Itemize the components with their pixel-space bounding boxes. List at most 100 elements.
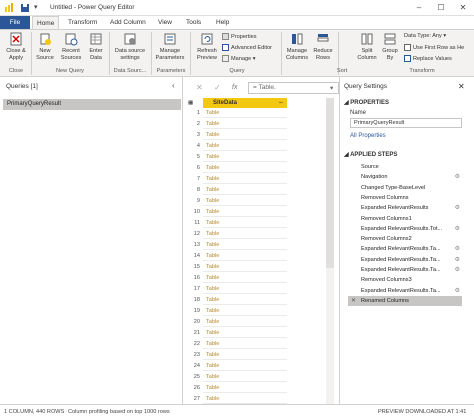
close-window-button[interactable]: ✕ (452, 0, 474, 16)
applied-step-label: Expanded RelevantResults.Tot... (361, 225, 443, 232)
table-cell-link[interactable]: Table (203, 185, 287, 195)
step-settings-gear-icon[interactable]: ⚙ (455, 255, 460, 265)
group-by-button[interactable]: Group By (380, 32, 400, 61)
query-item[interactable]: PrimaryQueryResult (3, 99, 181, 110)
step-settings-gear-icon[interactable]: ⚙ (455, 244, 460, 254)
tab-tools[interactable]: Tools (182, 16, 205, 29)
table-cell-link[interactable]: Table (203, 350, 287, 360)
table-cell-link[interactable]: Table (203, 119, 287, 129)
data-type-dropdown[interactable]: Data Type: Any ▾ (404, 33, 446, 39)
tab-help[interactable]: Help (212, 16, 233, 29)
manage-parameters-button[interactable]: Manage Parameters (153, 32, 187, 61)
table-cell-link[interactable]: Table (203, 240, 287, 250)
step-settings-gear-icon[interactable]: ⚙ (455, 224, 460, 234)
table-cell-link[interactable]: Table (203, 306, 287, 316)
cancel-formula-icon[interactable]: ✕ (196, 83, 203, 92)
expand-column-icon[interactable]: ⇔ (278, 98, 284, 108)
all-properties-link[interactable]: All Properties (350, 133, 386, 139)
split-column-button[interactable]: Split Column (356, 32, 378, 61)
properties-button[interactable]: Properties (222, 33, 257, 40)
applied-step[interactable]: Changed Type-BaseLevel (348, 183, 462, 193)
table-cell-link[interactable]: Table (203, 273, 287, 283)
table-cell-link[interactable]: Table (203, 130, 287, 140)
applied-step[interactable]: Removed Columns (348, 193, 462, 203)
query-name-input[interactable]: PrimaryQueryResult (350, 118, 462, 128)
applied-step[interactable]: ✕ Renamed Columns (348, 295, 462, 306)
maximize-button[interactable]: ☐ (430, 0, 452, 16)
data-source-settings-button[interactable]: Data source settings (112, 32, 148, 61)
refresh-preview-button[interactable]: Refresh Preview (193, 32, 221, 61)
column-header-sitedata[interactable]: SiteData ⇔ (203, 98, 287, 108)
applied-steps-section-toggle[interactable]: ◢ APPLIED STEPS (344, 151, 397, 158)
row-number: 25 (193, 374, 200, 380)
tab-transform[interactable]: Transform (64, 16, 101, 29)
manage-button[interactable]: Manage ▾ (222, 55, 256, 62)
properties-section-toggle[interactable]: ◢ PROPERTIES (344, 99, 389, 106)
applied-step[interactable]: Removed Columns1 (348, 214, 462, 224)
new-source-button[interactable]: New Source (34, 32, 56, 61)
advanced-editor-button[interactable]: Advanced Editor (222, 44, 272, 51)
table-cell-link[interactable]: Table (203, 108, 287, 118)
step-settings-gear-icon[interactable]: ⚙ (455, 286, 460, 296)
enter-data-button[interactable]: Enter Data (86, 32, 106, 61)
vertical-scrollbar-track[interactable] (326, 268, 334, 404)
table-cell-link[interactable]: Table (203, 251, 287, 261)
commit-formula-icon[interactable]: ✓ (214, 83, 221, 92)
use-first-row-button[interactable]: Use First Row as He (404, 44, 464, 51)
table-cell-link[interactable]: Table (203, 229, 287, 239)
applied-step[interactable]: Removed Columns2 (348, 234, 462, 244)
table-corner-icon[interactable]: ▦ (188, 98, 202, 108)
minimize-button[interactable]: – (408, 0, 430, 16)
expand-formula-icon[interactable]: ▾ (330, 84, 333, 92)
replace-values-button[interactable]: Replace Values (404, 55, 452, 62)
table-cell-link[interactable]: Table (203, 141, 287, 151)
step-settings-gear-icon[interactable]: ⚙ (455, 265, 460, 275)
vertical-scrollbar[interactable] (326, 98, 334, 268)
applied-step[interactable]: Navigation ⚙ (348, 172, 462, 182)
table-cell-link[interactable]: Table (203, 361, 287, 371)
tab-home[interactable]: Home (32, 16, 60, 29)
reduce-rows-button[interactable]: Reduce Rows (312, 32, 334, 61)
profiling-status[interactable]: Column profiling based on top 1000 rows (68, 405, 170, 418)
table-cell-link[interactable]: Table (203, 163, 287, 173)
applied-step[interactable]: Expanded RelevantResults.Ta... ⚙ (348, 265, 462, 275)
table-cell-link[interactable]: Table (203, 339, 287, 349)
table-cell-link[interactable]: Table (203, 207, 287, 217)
refresh-icon (201, 33, 213, 45)
tab-add-column[interactable]: Add Column (106, 16, 150, 29)
table-cell-link[interactable]: Table (203, 383, 287, 393)
table-cell-link[interactable]: Table (203, 284, 287, 294)
row-number: 26 (193, 385, 200, 391)
applied-step[interactable]: Source (348, 162, 462, 172)
applied-step[interactable]: Removed Columns3 (348, 275, 462, 285)
table-cell-link[interactable]: Table (203, 196, 287, 206)
tab-view[interactable]: View (154, 16, 176, 29)
step-settings-gear-icon[interactable]: ⚙ (455, 172, 460, 182)
applied-step[interactable]: Expanded RelevantResults.Tot... ⚙ (348, 224, 462, 234)
close-apply-button[interactable]: Close & Apply (4, 32, 28, 61)
table-cell-link[interactable]: Table (203, 152, 287, 162)
tab-file[interactable]: File (0, 16, 30, 29)
table-cell-link[interactable]: Table (203, 372, 287, 382)
manage-columns-button[interactable]: Manage Columns (283, 32, 311, 61)
applied-step[interactable]: Expanded RelevantResults.Ta... ⚙ (348, 255, 462, 265)
delete-step-icon[interactable]: ✕ (351, 296, 356, 306)
ribbon: Close & Apply New Source Recent Sources … (0, 29, 474, 77)
table-cell-link[interactable]: Table (203, 295, 287, 305)
applied-step[interactable]: Expanded RelevantResults ⚙ (348, 203, 462, 213)
formula-bar[interactable]: = Table. ▾ (248, 82, 339, 94)
collapse-pane-icon[interactable]: ‹ (172, 81, 175, 90)
applied-step[interactable]: Expanded RelevantResults.Ta... ⚙ (348, 244, 462, 254)
table-cell-link[interactable]: Table (203, 174, 287, 184)
step-settings-gear-icon[interactable]: ⚙ (455, 203, 460, 213)
quick-access-dropdown-icon[interactable]: ▾ (34, 3, 38, 11)
table-cell-link[interactable]: Table (203, 317, 287, 327)
table-cell-link[interactable]: Table (203, 328, 287, 338)
save-icon[interactable] (20, 3, 30, 13)
applied-step[interactable]: Expanded RelevantResults.Ta... ⚙ (348, 286, 462, 296)
table-cell-link[interactable]: Table (203, 218, 287, 228)
recent-sources-button[interactable]: Recent Sources (58, 32, 84, 61)
close-pane-icon[interactable]: ✕ (458, 82, 465, 91)
table-cell-link[interactable]: Table (203, 394, 287, 404)
table-cell-link[interactable]: Table (203, 262, 287, 272)
